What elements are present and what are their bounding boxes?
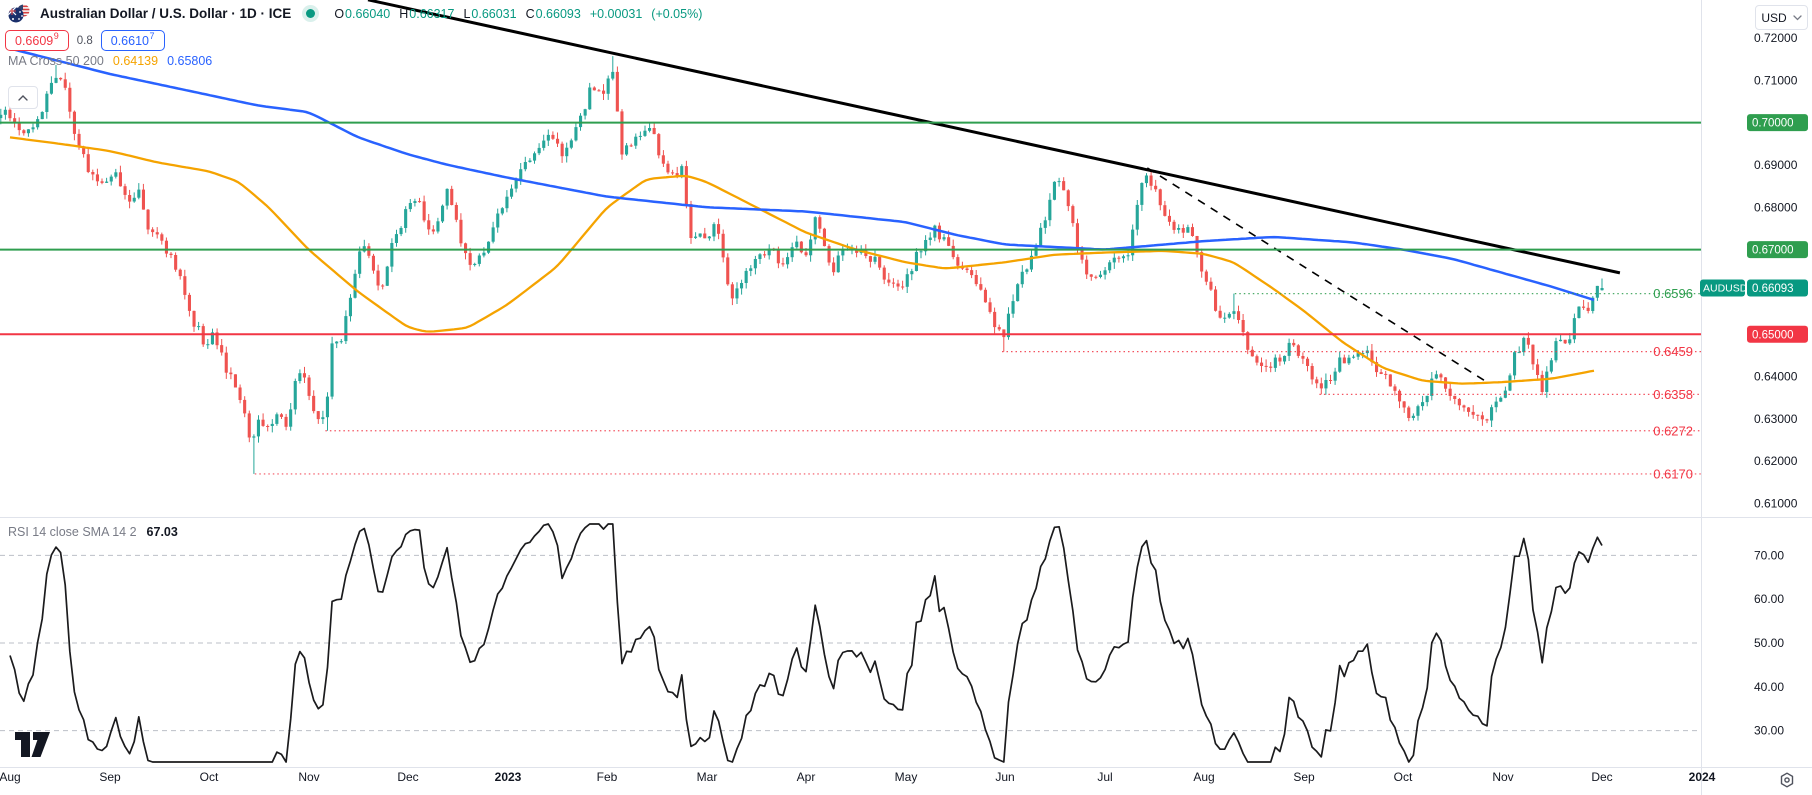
sell-button[interactable]: 0.66099 (5, 30, 69, 51)
market-open-dot-icon (306, 9, 315, 18)
price-tick-label: 0.72000 (1754, 31, 1798, 45)
time-tick-label: May (895, 770, 918, 784)
high-label: H (399, 7, 408, 21)
price-tick-label: 0.71000 (1754, 73, 1798, 87)
quote-buttons: 0.66099 0.8 0.66107 (5, 30, 165, 51)
low-label: L (463, 7, 470, 21)
rsi-tick-label: 40.00 (1754, 680, 1784, 694)
change-percent: (+0.05%) (651, 7, 702, 21)
open-value: 0.66040 (345, 7, 390, 21)
chevron-down-icon (1793, 15, 1802, 21)
symbol-header: Australian Dollar / U.S. Dollar · 1D · I… (8, 4, 702, 23)
time-tick-label: 2023 (495, 770, 522, 784)
ma-cross-label: MA Cross 50 200 (8, 54, 104, 68)
time-tick-label: Sep (1293, 770, 1315, 784)
time-tick-label: Feb (597, 770, 618, 784)
price-tick-label: 0.69000 (1754, 158, 1798, 172)
level-label: 0.6272 (1653, 423, 1693, 438)
time-tick-label: Apr (797, 770, 816, 784)
svg-text:0.70000: 0.70000 (1752, 118, 1794, 130)
level-label: 0.6459 (1653, 344, 1693, 359)
pane-separators (0, 0, 1812, 795)
price-axis[interactable]: 0.72000 0.71000 0.69000 0.68000 0.64000 0.630… (1700, 31, 1808, 738)
time-tick-label: 2024 (1689, 770, 1716, 784)
buy-button[interactable]: 0.66107 (101, 30, 165, 51)
currency-dropdown[interactable]: USD (1755, 5, 1808, 30)
ma200-value: 0.65806 (167, 54, 212, 68)
time-tick-label: Oct (200, 770, 219, 784)
ma50-value: 0.64139 (113, 54, 158, 68)
close-value: 0.66093 (536, 7, 581, 21)
price-tick-label: 0.62000 (1754, 454, 1798, 468)
audusd-pair-flag-icon (8, 4, 31, 23)
ma-cross-legend[interactable]: MA Cross 50 200 0.64139 0.65806 (8, 54, 212, 68)
ma50-line (10, 137, 1594, 383)
tradingview-logo-icon[interactable] (14, 731, 60, 758)
price-tick-label: 0.63000 (1754, 412, 1798, 426)
level-label: 0.6170 (1653, 466, 1693, 481)
high-value: 0.66317 (409, 7, 454, 21)
descending-trendline[interactable] (368, 0, 1620, 273)
time-tick-label: Sep (99, 770, 121, 784)
buy-price: 0.66107 (111, 32, 155, 48)
ohlc-readout: O0.66040 H0.66317 L0.66031 C0.66093 +0.0… (334, 7, 702, 21)
spread-value: 0.8 (77, 35, 93, 47)
time-tick-label: Oct (1394, 770, 1413, 784)
svg-text:0.65000: 0.65000 (1752, 329, 1794, 341)
price-chart-canvas[interactable]: 0.65960.64590.63580.62720.61700.720000.7… (0, 0, 1812, 795)
time-tick-label: Nov (1492, 770, 1513, 784)
rsi-tick-label: 60.00 (1754, 592, 1784, 606)
price-tick-label: 0.61000 (1754, 497, 1798, 511)
level-label: 0.6358 (1653, 387, 1693, 402)
time-tick-label: Dec (397, 770, 418, 784)
time-tick-label: Aug (1193, 770, 1214, 784)
open-label: O (334, 7, 344, 21)
rsi-label: RSI 14 close SMA 14 2 (8, 525, 137, 539)
rsi-tick-label: 50.00 (1754, 636, 1784, 650)
rsi-pane-layer (0, 524, 1701, 762)
time-axis[interactable]: Aug Sep Oct Nov Dec 2023 Feb Mar Apr May Jun Jul Aug… (0, 770, 1716, 784)
symbol-title: Australian Dollar / U.S. Dollar · 1D · I… (40, 6, 291, 21)
time-tick-label: Nov (298, 770, 319, 784)
rsi-legend[interactable]: RSI 14 close SMA 14 2 67.03 (8, 525, 178, 539)
time-tick-label: Mar (697, 770, 718, 784)
chevron-up-icon (17, 94, 29, 102)
close-label: C (526, 7, 535, 21)
level-label: 0.6596 (1653, 286, 1693, 301)
rsi-value: 67.03 (147, 525, 178, 539)
time-tick-label: Aug (0, 770, 21, 784)
rsi-tick-label: 30.00 (1754, 724, 1784, 738)
sell-price: 0.66099 (15, 32, 59, 48)
candles-layer (0, 56, 1604, 474)
trading-chart-page: { "header": { "title": "Australian Dolla… (0, 0, 1812, 795)
time-tick-label: Jul (1097, 770, 1112, 784)
price-tick-label: 0.64000 (1754, 370, 1798, 384)
svg-text:0.67000: 0.67000 (1752, 245, 1794, 257)
price-levels-layer: 0.6596 0.6459 0.6358 0.6272 0.6170 (0, 123, 1701, 482)
timezone-settings-icon[interactable] (1777, 770, 1797, 790)
change-value: +0.00031 (590, 7, 642, 21)
currency-label: USD (1761, 11, 1786, 25)
low-value: 0.66031 (471, 7, 516, 21)
price-tick-label: 0.68000 (1754, 200, 1798, 214)
collapse-pane-button[interactable] (8, 86, 38, 109)
svg-text:0.66093: 0.66093 (1752, 283, 1794, 295)
time-tick-label: Dec (1591, 770, 1612, 784)
ma200-line (10, 49, 1594, 301)
svg-text:AUDUSD: AUDUSD (1703, 282, 1748, 294)
dashed-trendline[interactable] (1147, 168, 1487, 383)
rsi-tick-label: 70.00 (1754, 548, 1784, 562)
time-tick-label: Jun (995, 770, 1014, 784)
